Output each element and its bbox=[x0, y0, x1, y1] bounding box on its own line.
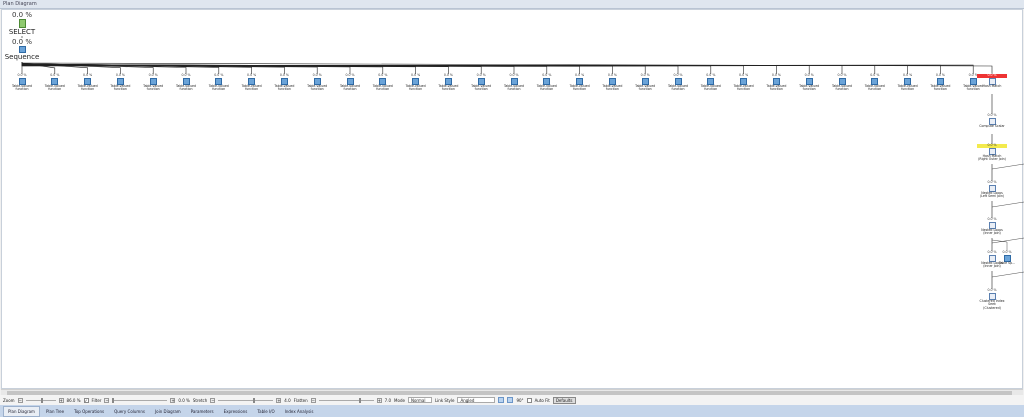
tvf-node[interactable]: 0.0 % Table-valued function bbox=[925, 73, 955, 92]
tvf-node[interactable]: 0.0 % Table-valued function bbox=[368, 73, 398, 92]
tab-table-i-o[interactable]: Table I/O bbox=[253, 407, 278, 416]
tvf-node[interactable]: 0.0 % Table-valued function bbox=[597, 73, 627, 92]
filter-checkbox[interactable]: ✓ bbox=[83, 397, 89, 403]
sequence-icon bbox=[18, 46, 26, 53]
flatten-slider[interactable] bbox=[318, 397, 374, 403]
tvf-node[interactable]: 0.0 % Table-valued function bbox=[761, 73, 791, 92]
tvf-node[interactable]: 0.0 % Table-valued function bbox=[860, 73, 890, 92]
filter-slider[interactable] bbox=[112, 397, 168, 403]
tvf-node[interactable]: 0.0 % Table-valued function bbox=[335, 73, 365, 92]
tab-expressions[interactable]: Expressions bbox=[220, 407, 252, 416]
tvf-node[interactable]: 0.0 % Table-valued function bbox=[7, 73, 37, 92]
vertical-layout-button[interactable] bbox=[498, 397, 505, 403]
zoom-in-button[interactable]: + bbox=[58, 397, 64, 403]
flatten-value: 7.0 bbox=[384, 397, 392, 403]
sequence-node[interactable]: 0.0 % Sequence bbox=[2, 38, 42, 61]
filter-plus-button[interactable]: + bbox=[170, 397, 176, 403]
tab-bar: Plan Diagram Plan Tree Top Operations Query… bbox=[0, 405, 1024, 417]
filter-minus-button[interactable]: − bbox=[104, 397, 110, 403]
tvf-node[interactable]: 0.0 % Table-valued function bbox=[466, 73, 496, 92]
tvf-node[interactable]: 0.0 % Table-valued function bbox=[433, 73, 463, 92]
filter-value: 0.0 % bbox=[178, 397, 190, 403]
plan-link bbox=[991, 271, 1024, 278]
tvf-node[interactable]: 0.0 % Table-valued function bbox=[729, 73, 759, 92]
tvf-node[interactable]: 0.0 % Table-valued function bbox=[893, 73, 923, 92]
flatten-plus-button[interactable]: + bbox=[376, 397, 382, 403]
tab-index-analysis[interactable]: Index Analysis bbox=[281, 407, 318, 416]
zoom-slider[interactable] bbox=[25, 397, 56, 403]
tvf-node[interactable]: 0.0 % Table-valued function bbox=[171, 73, 201, 92]
tvf-node[interactable]: 0.0 % Table-valued function bbox=[794, 73, 824, 92]
tvf-node[interactable]: 0.0 % Table-valued function bbox=[630, 73, 660, 92]
tvf-node[interactable]: 0.0 % Table-valued function bbox=[827, 73, 857, 92]
tvf-node[interactable]: 0.0 % Table-valued function bbox=[138, 73, 168, 92]
tvf-node[interactable]: 0.0 % Table-valued function bbox=[696, 73, 726, 92]
operator-node[interactable]: 0.0 % Clustered Index Seek (Clustered) bbox=[977, 288, 1007, 310]
plan-link bbox=[21, 62, 974, 74]
operator-node[interactable]: 0.0 % Hash Match (Right Outer Join) bbox=[977, 143, 1007, 162]
tab-plan-diagram[interactable]: Plan Diagram bbox=[3, 405, 40, 417]
stretch-plus-button[interactable]: + bbox=[276, 397, 282, 403]
tvf-node[interactable]: 0.0 % Table-valued function bbox=[401, 73, 431, 92]
tab-query-columns[interactable]: Query Columns bbox=[110, 407, 149, 416]
operator-node[interactable]: 0.0 % Nested Loops (Left Semi Join) bbox=[977, 180, 1007, 199]
table-spool-node[interactable]: 0.0 % Table Sp... bbox=[992, 250, 1022, 265]
select-node[interactable]: 0.0 % SELECT bbox=[2, 11, 42, 36]
defaults-button[interactable]: Defaults bbox=[552, 396, 576, 404]
tvf-node[interactable]: 0.0 % Table-valued function bbox=[302, 73, 332, 92]
tab-top-operations[interactable]: Top Operations bbox=[70, 407, 108, 416]
tvf-node[interactable]: 0.0 % Table-valued function bbox=[40, 73, 70, 92]
tab-parameters[interactable]: Parameters bbox=[187, 407, 218, 416]
tvf-node[interactable]: 0.0 % Table-valued function bbox=[73, 73, 103, 92]
stretch-slider[interactable] bbox=[218, 397, 274, 403]
tab-plan-tree[interactable]: Plan Tree bbox=[42, 407, 68, 416]
plan-link bbox=[991, 201, 1024, 208]
plan-link bbox=[21, 62, 843, 74]
operator-node[interactable]: 0.0 % Hash Match bbox=[977, 73, 1007, 88]
tvf-node[interactable]: 0.0 % Table-valued function bbox=[499, 73, 529, 92]
select-icon bbox=[18, 19, 26, 28]
operator-node[interactable]: 0.0 % Compute Scalar bbox=[977, 113, 1007, 128]
stretch-minus-button[interactable]: − bbox=[210, 397, 216, 403]
tvf-node[interactable]: 0.0 % Table-valued function bbox=[565, 73, 595, 92]
stretch-value: 4.0 bbox=[284, 397, 291, 403]
diagram-toolbar: Zoom − + 86.0 % ✓ Filter − + 0.0 % Stret… bbox=[0, 395, 1024, 405]
zoom-out-button[interactable]: − bbox=[17, 397, 23, 403]
mode-select[interactable]: Normal bbox=[407, 397, 432, 403]
operator-node[interactable]: 0.0 % Nested Loops (Inner Join) bbox=[977, 217, 1007, 236]
tvf-node[interactable]: 0.0 % Table-valued function bbox=[204, 73, 234, 92]
zoom-value: 86.0 % bbox=[66, 397, 81, 403]
tvf-node[interactable]: 0.0 % Table-valued function bbox=[663, 73, 693, 92]
tvf-node[interactable]: 0.0 % Table-valued function bbox=[532, 73, 562, 92]
auto-fit-checkbox[interactable] bbox=[526, 397, 532, 403]
plan-link bbox=[991, 163, 1024, 170]
plan-links bbox=[21, 35, 1024, 289]
tab-join-diagram[interactable]: Join Diagram bbox=[151, 407, 185, 416]
plan-diagram-canvas[interactable]: 0.0 % SELECT 0.0 % Sequence 0.0 % Table-v… bbox=[1, 9, 1024, 389]
flatten-minus-button[interactable]: − bbox=[310, 397, 316, 403]
tvf-node[interactable]: 0.0 % Table-valued function bbox=[269, 73, 299, 92]
tvf-node[interactable]: 0.0 % Table-valued function bbox=[237, 73, 267, 92]
panel-title: Plan Diagram bbox=[0, 0, 1024, 9]
rotate-layout-button[interactable] bbox=[507, 397, 514, 403]
tvf-node[interactable]: 0.0 % Table-valued function bbox=[105, 73, 135, 92]
link-style-select[interactable]: Angled bbox=[457, 397, 496, 403]
rotation-value: 90° bbox=[516, 397, 524, 403]
plan-link bbox=[21, 62, 777, 74]
